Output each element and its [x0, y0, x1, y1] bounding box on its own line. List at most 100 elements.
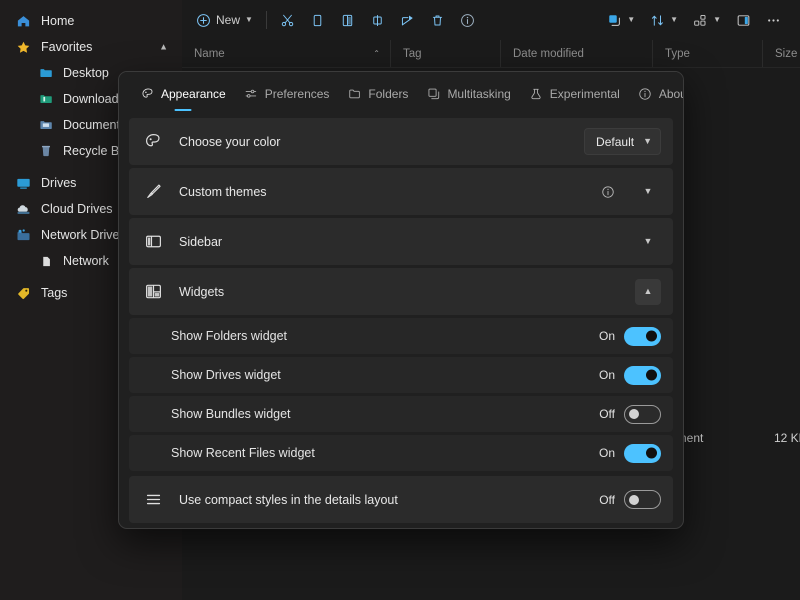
- setting-row-sidebar[interactable]: Sidebar ▼: [129, 218, 673, 265]
- setting-row-use-compact-styles[interactable]: Use compact styles in the details layout…: [129, 476, 673, 523]
- column-header-type[interactable]: Type: [652, 40, 762, 67]
- layout-icon: [606, 12, 622, 28]
- setting-label: Widgets: [179, 284, 225, 299]
- palette-icon: [140, 87, 155, 102]
- folder-desktop-icon: [38, 64, 54, 82]
- setting-row-show-drives-widget[interactable]: Show Drives widget On: [129, 357, 673, 393]
- ellipsis-icon: [765, 12, 781, 28]
- recycle-bin-icon: [38, 142, 54, 160]
- details-pane-button[interactable]: [728, 6, 758, 34]
- sidebar-item-label: Network: [63, 254, 109, 268]
- sidebar-item-label: Documents: [63, 118, 127, 132]
- toggle-state-label: Off: [599, 492, 615, 507]
- custom-themes-info-button[interactable]: [595, 179, 621, 205]
- widgets-collapse-button[interactable]: ▲: [635, 278, 661, 305]
- folder-downloads-icon: [38, 90, 54, 108]
- chevron-down-icon: ▼: [643, 236, 653, 246]
- toggle-switch[interactable]: [624, 443, 661, 463]
- sidebar-expand-button[interactable]: ▼: [635, 229, 661, 255]
- layout-view-button[interactable]: ▼: [599, 6, 642, 34]
- drives-icon: [14, 174, 32, 192]
- group-icon: [692, 12, 708, 28]
- chevron-down-icon: ▼: [627, 15, 636, 24]
- toggle-state-label: On: [598, 329, 615, 343]
- home-icon: [14, 12, 32, 30]
- show-folders-widget-toggle[interactable]: On: [595, 326, 661, 346]
- paste-button[interactable]: [333, 6, 363, 34]
- setting-row-custom-themes[interactable]: Custom themes ▼: [129, 168, 673, 215]
- trash-icon: [430, 12, 446, 28]
- column-header-size[interactable]: Size: [762, 40, 800, 67]
- properties-button[interactable]: [453, 6, 483, 34]
- column-header-name[interactable]: Name ⌃: [182, 40, 390, 67]
- sidebar-panel-icon: [143, 232, 163, 252]
- delete-button[interactable]: [423, 6, 453, 34]
- color-dropdown[interactable]: Default ▼: [584, 128, 661, 155]
- setting-row-show-folders-widget[interactable]: Show Folders widget On: [129, 318, 673, 354]
- show-bundles-widget-toggle[interactable]: Off: [595, 404, 661, 424]
- tab-preferences[interactable]: Preferences: [235, 76, 339, 112]
- tab-experimental[interactable]: Experimental: [520, 76, 629, 112]
- chevron-down-icon: ▼: [245, 15, 253, 24]
- rename-button[interactable]: [363, 6, 393, 34]
- info-circle-icon: [638, 87, 653, 102]
- palette-icon: [143, 132, 163, 152]
- chevron-up-icon[interactable]: ▲: [159, 42, 168, 52]
- rename-icon: [370, 12, 386, 28]
- sidebar-item-home[interactable]: Home: [0, 8, 182, 34]
- command-toolbar: New ▼ ▼ ▼ ▼: [182, 0, 800, 40]
- setting-row-show-recent-files-widget[interactable]: Show Recent Files widget On: [129, 435, 673, 471]
- tab-label: Appearance: [161, 87, 226, 101]
- chevron-up-icon: ▲: [643, 286, 653, 296]
- setting-row-widgets[interactable]: Widgets ▲: [129, 268, 673, 315]
- more-options-button[interactable]: [758, 6, 788, 34]
- custom-themes-expand-button[interactable]: ▼: [635, 179, 661, 205]
- details-pane-icon: [735, 12, 751, 28]
- share-button[interactable]: [393, 6, 423, 34]
- cloud-drives-icon: [14, 200, 32, 218]
- scissors-icon: [280, 12, 296, 28]
- toggle-switch[interactable]: [624, 365, 661, 385]
- column-header-tag[interactable]: Tag: [390, 40, 500, 67]
- tab-label: Experimental: [549, 87, 620, 101]
- setting-label: Show Drives widget: [171, 368, 281, 382]
- setting-label: Choose your color: [179, 134, 281, 149]
- chevron-down-icon: ▼: [643, 136, 652, 146]
- settings-content: Choose your color Default ▼ Custom theme…: [119, 116, 683, 523]
- tags-icon: [14, 284, 32, 302]
- info-circle-icon: [460, 12, 476, 28]
- compact-styles-toggle[interactable]: Off: [595, 490, 661, 509]
- toggle-switch[interactable]: [624, 404, 661, 424]
- toggle-state-label: On: [598, 446, 615, 460]
- sidebar-item-label: Cloud Drives: [41, 202, 113, 216]
- settings-tab-bar: Appearance Preferences Folders Multitask…: [119, 72, 683, 116]
- sidebar-item-label: Home: [41, 14, 75, 28]
- list-lines-icon: [143, 490, 163, 510]
- group-by-button[interactable]: ▼: [685, 6, 728, 34]
- setting-label: Use compact styles in the details layout: [179, 492, 398, 507]
- show-recent-files-widget-toggle[interactable]: On: [595, 443, 661, 463]
- setting-label: Show Bundles widget: [171, 407, 291, 421]
- toggle-switch[interactable]: [624, 326, 661, 346]
- column-label: Tag: [403, 47, 422, 60]
- tab-appearance[interactable]: Appearance: [131, 76, 235, 112]
- toggle-switch[interactable]: [624, 490, 661, 509]
- setting-row-choose-your-color[interactable]: Choose your color Default ▼: [129, 118, 673, 165]
- sort-arrows-icon: [649, 12, 665, 28]
- sidebar-item-favorites[interactable]: Favorites ▲: [0, 34, 182, 60]
- setting-row-show-bundles-widget[interactable]: Show Bundles widget Off: [129, 396, 673, 432]
- sidebar-item-label: Downloads: [63, 92, 125, 106]
- column-header-date-modified[interactable]: Date modified: [500, 40, 652, 67]
- settings-dialog: Appearance Preferences Folders Multitask…: [118, 71, 684, 529]
- tab-folders[interactable]: Folders: [338, 76, 417, 112]
- chevron-down-icon: ▼: [713, 15, 721, 24]
- show-drives-widget-toggle[interactable]: On: [595, 365, 661, 385]
- cut-button[interactable]: [273, 6, 303, 34]
- tab-multitasking[interactable]: Multitasking: [417, 76, 519, 112]
- copy-button[interactable]: [303, 6, 333, 34]
- network-icon: [38, 252, 54, 270]
- setting-label: Show Recent Files widget: [171, 446, 315, 460]
- new-button[interactable]: New ▼: [188, 6, 260, 34]
- tab-about[interactable]: About: [629, 76, 683, 112]
- sort-button[interactable]: ▼: [642, 6, 685, 34]
